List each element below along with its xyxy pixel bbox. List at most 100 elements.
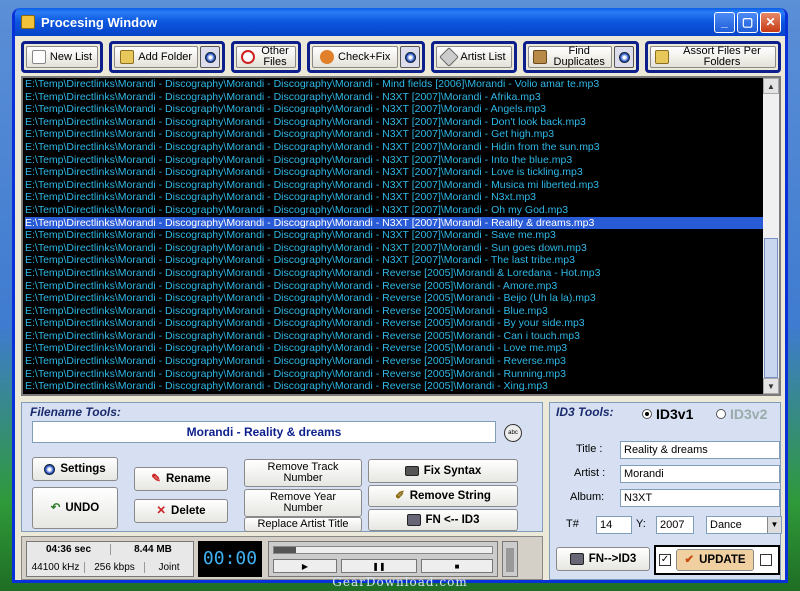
new-list-label: New List — [49, 50, 93, 63]
other-files-button[interactable]: Other Files — [236, 46, 296, 68]
file-list-row[interactable]: E:\Temp\Directlinks\Morandi - Discograph… — [25, 355, 763, 368]
check-fix-button[interactable]: Check+Fix — [312, 46, 399, 68]
remove-string-button[interactable]: ✐ Remove String — [368, 485, 518, 507]
file-list-row[interactable]: E:\Temp\Directlinks\Morandi - Discograph… — [25, 154, 763, 167]
update-checkbox[interactable]: ✓ — [659, 554, 671, 566]
volume-knob — [506, 548, 514, 572]
fn-from-id3-button[interactable]: FN <-- ID3 — [368, 509, 518, 531]
artist-field[interactable]: Morandi — [620, 465, 780, 483]
file-list-row[interactable]: E:\Temp\Directlinks\Morandi - Discograph… — [25, 179, 763, 192]
file-list-row[interactable]: E:\Temp\Directlinks\Morandi - Discograph… — [25, 267, 763, 280]
processing-window: Procesing Window _ ▢ ✕ New List Add Fold… — [12, 8, 788, 583]
file-list-row[interactable]: E:\Temp\Directlinks\Morandi - Discograph… — [25, 305, 763, 318]
options-icon — [204, 51, 216, 63]
file-list[interactable]: E:\Temp\Directlinks\Morandi - Discograph… — [21, 76, 781, 396]
abc-icon: abc — [508, 430, 518, 436]
rename-button[interactable]: ✎ Rename — [134, 467, 228, 491]
file-list-row[interactable]: E:\Temp\Directlinks\Morandi - Discograph… — [25, 330, 763, 343]
file-list-row[interactable]: E:\Temp\Directlinks\Morandi - Discograph… — [25, 141, 763, 154]
remove-year-number-button[interactable]: Remove Year Number — [244, 489, 362, 517]
file-list-row[interactable]: E:\Temp\Directlinks\Morandi - Discograph… — [25, 216, 763, 230]
undo-button[interactable]: ↶ UNDO — [32, 487, 118, 529]
file-list-row[interactable]: E:\Temp\Directlinks\Morandi - Discograph… — [25, 128, 763, 141]
stop-button[interactable]: ■ — [421, 559, 493, 573]
toolbar: New List Add Folder Other Files Check+Fi… — [21, 41, 781, 75]
file-list-row[interactable]: E:\Temp\Directlinks\Morandi - Discograph… — [25, 229, 763, 242]
update-label: UPDATE — [699, 553, 746, 566]
add-folder-options-button[interactable] — [200, 46, 220, 68]
bitrate-value: 256 kbps — [85, 562, 145, 573]
file-list-row[interactable]: E:\Temp\Directlinks\Morandi - Discograph… — [25, 191, 763, 204]
spellcheck-button[interactable]: abc — [504, 424, 522, 442]
file-list-row[interactable]: E:\Temp\Directlinks\Morandi - Discograph… — [25, 116, 763, 129]
title-field[interactable]: Reality & dreams — [620, 441, 780, 459]
file-list-row[interactable]: E:\Temp\Directlinks\Morandi - Discograph… — [25, 204, 763, 217]
settings-button[interactable]: Settings — [32, 457, 118, 481]
find-duplicates-options-button[interactable] — [614, 46, 634, 68]
artist-list-button[interactable]: Artist List — [436, 46, 512, 68]
id3-tools-panel: ID3 Tools: ID3v1 ID3v2 Title : Reality &… — [549, 402, 782, 580]
title-bar[interactable]: Procesing Window _ ▢ ✕ — [15, 8, 785, 36]
file-list-row[interactable]: E:\Temp\Directlinks\Morandi - Discograph… — [25, 254, 763, 267]
new-list-button[interactable]: New List — [26, 46, 98, 68]
replace-artist-title-button[interactable]: Replace Artist Title — [244, 517, 362, 532]
file-list-row[interactable]: E:\Temp\Directlinks\Morandi - Discograph… — [25, 91, 763, 104]
remove-year-number-label: Remove Year Number — [269, 491, 337, 514]
player-controls: ▶ ❚❚ ■ — [268, 541, 498, 577]
secondary-checkbox[interactable] — [760, 554, 772, 566]
channel-mode-value: Joint — [158, 562, 180, 573]
file-list-row[interactable]: E:\Temp\Directlinks\Morandi - Discograph… — [25, 280, 763, 293]
artist-label: Artist : — [574, 467, 606, 479]
minimize-button[interactable]: _ — [714, 11, 735, 33]
playback-timer: 00:00 — [198, 541, 262, 577]
file-list-row[interactable]: E:\Temp\Directlinks\Morandi - Discograph… — [25, 292, 763, 305]
file-list-row[interactable]: E:\Temp\Directlinks\Morandi - Discograph… — [25, 342, 763, 355]
filename-field[interactable]: Morandi - Reality & dreams — [32, 421, 496, 443]
delete-button[interactable]: ✕ Delete — [134, 499, 228, 523]
play-button[interactable]: ▶ — [273, 559, 337, 573]
file-list-row[interactable]: E:\Temp\Directlinks\Morandi - Discograph… — [25, 103, 763, 116]
scroll-down-button[interactable]: ▼ — [763, 378, 779, 394]
check-fix-options-button[interactable] — [400, 46, 420, 68]
close-button[interactable]: ✕ — [760, 11, 781, 33]
update-button[interactable]: ✔ UPDATE — [676, 549, 754, 571]
app-icon — [21, 15, 35, 29]
remove-track-number-button[interactable]: Remove Track Number — [244, 459, 362, 487]
scroll-up-button[interactable]: ▲ — [763, 78, 779, 94]
id3-tag-icon — [406, 514, 421, 526]
id3v2-radio[interactable]: ID3v2 — [716, 406, 767, 422]
year-field[interactable]: 2007 — [656, 516, 694, 534]
find-duplicates-group: Find Duplicates — [523, 41, 639, 73]
album-field[interactable]: N3XT — [620, 489, 780, 507]
file-list-row[interactable]: E:\Temp\Directlinks\Morandi - Discograph… — [25, 166, 763, 179]
file-list-row[interactable]: E:\Temp\Directlinks\Morandi - Discograph… — [25, 380, 763, 393]
genre-select[interactable]: Dance ▼ — [706, 516, 782, 534]
file-list-row[interactable]: E:\Temp\Directlinks\Morandi - Discograph… — [25, 368, 763, 381]
add-folder-button[interactable]: Add Folder — [114, 46, 199, 68]
options-icon — [618, 51, 630, 63]
fn-from-id3-label: FN <-- ID3 — [425, 513, 480, 526]
fn-to-id3-button[interactable]: FN-->ID3 — [556, 547, 650, 571]
undo-icon: ↶ — [50, 501, 61, 514]
id3-tag-icon — [569, 553, 584, 565]
fix-syntax-label: Fix Syntax — [423, 464, 482, 477]
volume-slider[interactable] — [502, 541, 518, 577]
check-fix-group: Check+Fix — [307, 41, 425, 73]
find-duplicates-button[interactable]: Find Duplicates — [528, 46, 613, 68]
maximize-button[interactable]: ▢ — [737, 11, 758, 33]
window-title: Procesing Window — [41, 14, 158, 30]
track-field[interactable]: 14 — [596, 516, 632, 534]
file-list-row[interactable]: E:\Temp\Directlinks\Morandi - Discograph… — [25, 78, 763, 91]
fix-syntax-button[interactable]: Fix Syntax — [368, 459, 518, 483]
file-list-row[interactable]: E:\Temp\Directlinks\Morandi - Discograph… — [25, 317, 763, 330]
assort-files-label: Assort Files Per Folders — [683, 45, 761, 68]
file-list-row[interactable]: E:\Temp\Directlinks\Morandi - Discograph… — [25, 242, 763, 255]
diamond-icon — [439, 47, 460, 67]
vertical-scrollbar[interactable]: ▲ ▼ — [763, 78, 779, 394]
assort-files-button[interactable]: Assort Files Per Folders — [650, 46, 776, 68]
scroll-thumb[interactable] — [764, 238, 778, 378]
eraser-icon: ✐ — [395, 489, 405, 502]
id3v1-radio[interactable]: ID3v1 — [642, 406, 693, 422]
pause-button[interactable]: ❚❚ — [341, 559, 417, 573]
playback-progress[interactable] — [273, 546, 493, 554]
